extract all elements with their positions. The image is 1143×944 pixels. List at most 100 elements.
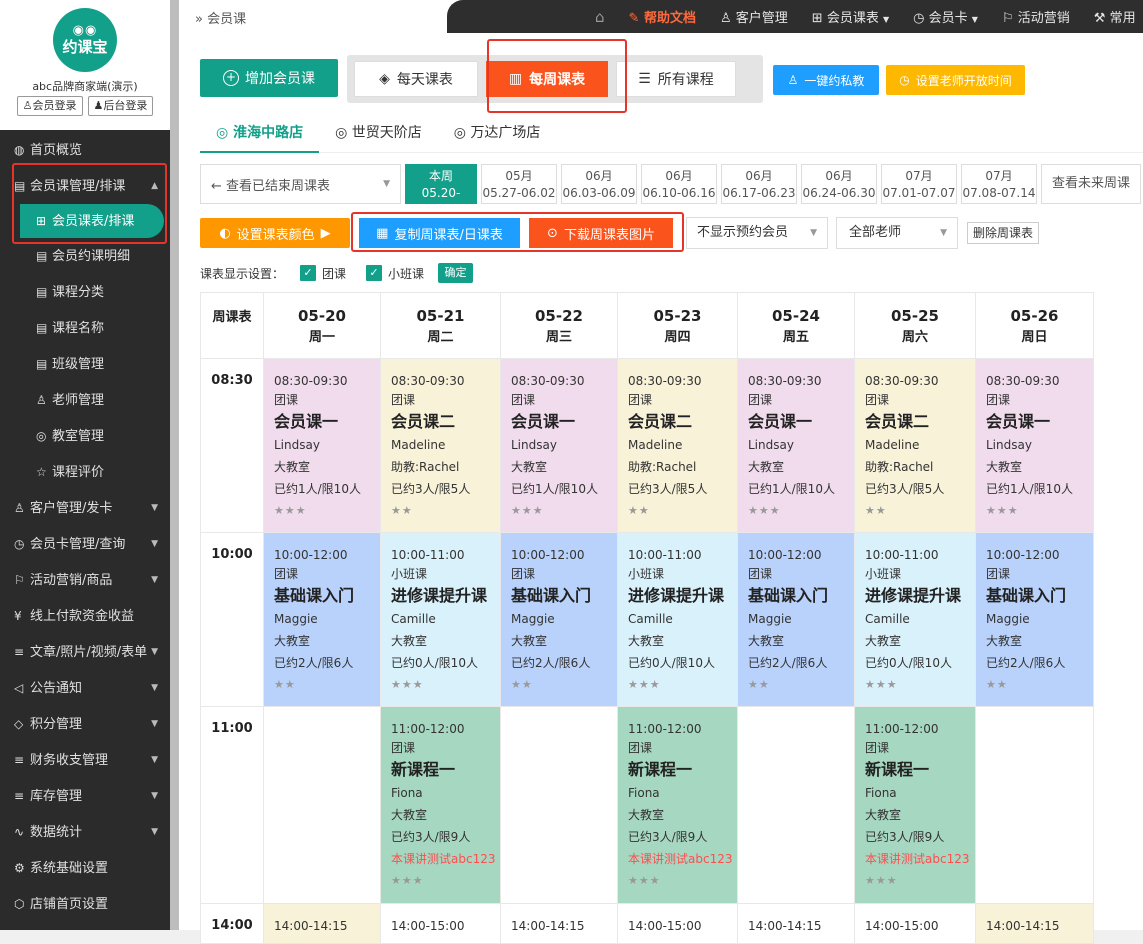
week-option[interactable]: 07月 07.01-07.07 <box>881 164 957 204</box>
course-time: 10:00-11:00 <box>628 548 702 562</box>
sidebar-item-class[interactable]: ▤ 班级管理 <box>0 346 170 382</box>
course-card[interactable]: 10:00-12:00 团课 基础课入门 Maggie 大教室 已约2人/限6人 ★★ <box>975 532 1094 707</box>
empty-slot[interactable]: 14:00-14:15 <box>975 903 1094 944</box>
sidebar-item-classroom[interactable]: ◎ 教室管理 <box>0 418 170 454</box>
empty-slot[interactable]: 14:00-14:15 <box>263 903 381 944</box>
sidebar-item-course-name[interactable]: ▤ 课程名称 <box>0 310 170 346</box>
tab-store-0[interactable]: ◎ 淮海中路店 <box>200 117 320 153</box>
nav-customer[interactable]: ♙ 客户管理 <box>708 7 800 26</box>
course-name: 会员课一 <box>986 412 1051 431</box>
course-card[interactable]: 10:00-12:00 团课 基础课入门 Maggie 大教室 已约2人/限6人 ★★ <box>737 532 855 707</box>
caret-down-icon: ▼ <box>810 228 817 238</box>
member-login-button[interactable]: ♙会员登录 <box>16 96 83 116</box>
sidebar-item-course-schedule[interactable]: ⊞ 会员课表/排课 <box>20 204 164 238</box>
empty-slot[interactable]: 14:00-15:00 <box>617 903 738 944</box>
sidebar-item-course-management[interactable]: ▤ 会员课管理/排课 ▲ <box>0 168 170 204</box>
empty-slot[interactable] <box>263 706 381 904</box>
nav-member-schedule[interactable]: ⊞ 会员课表 ▼ <box>800 7 901 26</box>
course-time: 14:00-14:15 <box>986 919 1060 933</box>
course-card[interactable]: 10:00-11:00 小班课 进修课提升课 Camille 大教室 已约0人/限10人 ★… <box>854 532 976 707</box>
course-card[interactable]: 08:30-09:30 团课 会员课一 Lindsay 大教室 已约1人/限10人 ★★★ <box>263 358 381 533</box>
sidebar-item-articles[interactable]: ≡ 文章/照片/视频/表单 ▼ <box>0 634 170 670</box>
delete-schedule-button[interactable]: 删除周课表 <box>967 222 1039 244</box>
course-card[interactable]: 11:00-12:00 团课 新课程一 Fiona 大教室 已约3人/限9人 本课讲测试ab… <box>617 706 738 904</box>
download-image-button[interactable]: ⊙ 下载周课表图片 <box>529 218 673 248</box>
sidebar-item-marketing[interactable]: ⚐ 活动营销/商品 ▼ <box>0 562 170 598</box>
nav-marketing[interactable]: ⚐ 活动营销 <box>990 7 1082 26</box>
teacher-time-button[interactable]: ◷ 设置老师开放时间 <box>886 65 1025 95</box>
empty-slot[interactable]: 14:00-15:00 <box>380 903 501 944</box>
course-card[interactable]: 08:30-09:30 团课 会员课一 Lindsay 大教室 已约1人/限10人 ★★★ <box>975 358 1094 533</box>
course-card[interactable]: 08:30-09:30 团课 会员课一 Lindsay 大教室 已约1人/限10人 ★★★ <box>500 358 618 533</box>
empty-slot[interactable] <box>975 706 1094 904</box>
confirm-button[interactable]: 确定 <box>438 263 474 283</box>
empty-slot[interactable] <box>500 706 618 904</box>
week-option[interactable]: 06月 06.10-06.16 <box>641 164 717 204</box>
sidebar-item-system-settings[interactable]: ⚙ 系统基础设置 <box>0 850 170 886</box>
tab-all-courses[interactable]: ☰ 所有课程 <box>616 61 736 97</box>
week-option[interactable]: 06月 06.17-06.23 <box>721 164 797 204</box>
ended-weeks-select[interactable]: ← 查看已结束周课表 ▼ <box>200 164 401 204</box>
sidebar-item-booking-detail[interactable]: ▤ 会员约课明细 <box>0 238 170 274</box>
tab-store-1[interactable]: ◎ 世贸天阶店 <box>319 117 438 153</box>
nav-member-card[interactable]: ◷ 会员卡 ▼ <box>901 7 990 26</box>
tab-store-2[interactable]: ◎ 万达广场店 <box>438 117 557 153</box>
empty-slot[interactable]: 14:00-15:00 <box>854 903 976 944</box>
course-card[interactable]: 08:30-09:30 团课 会员课二 Madeline 助教:Rachel 已约3人/限… <box>854 358 976 533</box>
private-booking-button[interactable]: ♙ 一键约私教 <box>773 65 879 95</box>
sidebar-item-teacher[interactable]: ♙ 老师管理 <box>0 382 170 418</box>
course-card[interactable]: 08:30-09:30 团课 会员课二 Madeline 助教:Rachel 已约3人/限… <box>380 358 501 533</box>
empty-slot[interactable]: 14:00-14:15 <box>500 903 618 944</box>
nav-common[interactable]: ⚒ 常用 <box>1082 7 1143 26</box>
sidebar-item-finance[interactable]: ≡ 财务收支管理 ▼ <box>0 742 170 778</box>
sidebar-item-review[interactable]: ☆ 课程评价 <box>0 454 170 490</box>
course-booking: 已约3人/限5人 <box>628 482 708 496</box>
empty-slot[interactable]: 14:00-14:15 <box>737 903 855 944</box>
course-card[interactable]: 11:00-12:00 团课 新课程一 Fiona 大教室 已约3人/限9人 本课讲测试ab… <box>380 706 501 904</box>
course-card[interactable]: 08:30-09:30 团课 会员课一 Lindsay 大教室 已约1人/限10人 ★★★ <box>737 358 855 533</box>
week-option[interactable]: 06月 06.24-06.30 <box>801 164 877 204</box>
week-option[interactable]: 07月 07.08-07.14 <box>961 164 1037 204</box>
sidebar-item-notices[interactable]: ◁ 公告通知 ▼ <box>0 670 170 706</box>
tab-weekly[interactable]: ▥ 每周课表 <box>486 61 608 97</box>
week-option[interactable]: 05月 05.27-06.02 <box>481 164 557 204</box>
course-card[interactable]: 10:00-11:00 小班课 进修课提升课 Camille 大教室 已约0人/限10人 ★… <box>380 532 501 707</box>
admin-login-button[interactable]: ♟后台登录 <box>87 96 154 116</box>
course-room: 大教室 <box>391 808 428 822</box>
caret-up-icon: ▲ <box>151 181 158 191</box>
copy-icon: ▦ <box>376 225 389 241</box>
sidebar-item-customer[interactable]: ♙ 客户管理/发卡 ▼ <box>0 490 170 526</box>
tab-daily[interactable]: ◈ 每天课表 <box>354 61 478 97</box>
week-option[interactable]: 本周 05.20-05.26 <box>405 164 477 217</box>
week-option[interactable]: 06月 06.03-06.09 <box>561 164 637 204</box>
globe-icon: ◍ <box>14 143 25 157</box>
course-card[interactable]: 10:00-12:00 团课 基础课入门 Maggie 大教室 已约2人/限6人 ★★ <box>263 532 381 707</box>
add-course-button[interactable]: + 增加会员课 <box>200 59 338 97</box>
sidebar-item-online-payment[interactable]: ¥ 线上付款资金收益 <box>0 598 170 634</box>
breadcrumb[interactable]: » 会员课 <box>195 8 246 27</box>
checkbox-small-class[interactable]: ✓ <box>366 265 383 281</box>
sidebar-item-store-home[interactable]: ⬡ 店铺首页设置 <box>0 886 170 922</box>
home-icon[interactable]: ⌂ <box>583 8 617 26</box>
empty-slot[interactable] <box>737 706 855 904</box>
teacher-select[interactable]: 全部老师 ▼ <box>836 217 958 249</box>
sidebar-item-statistics[interactable]: ∿ 数据统计 ▼ <box>0 814 170 850</box>
sidebar-item-home[interactable]: ◍ 首页概览 <box>0 132 170 168</box>
checkbox-group[interactable]: ✓ <box>300 265 317 281</box>
set-color-button[interactable]: ◐ 设置课表颜色 ▶ <box>200 218 350 248</box>
copy-schedule-button[interactable]: ▦ 复制周课表/日课表 <box>359 218 520 248</box>
course-card[interactable]: 10:00-11:00 小班课 进修课提升课 Camille 大教室 已约0人/限10人 ★… <box>617 532 738 707</box>
course-card[interactable]: 11:00-12:00 团课 新课程一 Fiona 大教室 已约3人/限9人 本课讲测试ab… <box>854 706 976 904</box>
sidebar-item-member-card[interactable]: ◷ 会员卡管理/查询 ▼ <box>0 526 170 562</box>
help-docs-link[interactable]: ✎ 帮助文档 <box>617 7 708 26</box>
course-card[interactable]: 08:30-09:30 团课 会员课二 Madeline 助教:Rachel 已约3人/限… <box>617 358 738 533</box>
sidebar-item-course-category[interactable]: ▤ 课程分类 <box>0 274 170 310</box>
sidebar-item-points[interactable]: ◇ 积分管理 ▼ <box>0 706 170 742</box>
course-booking: 已约0人/限10人 <box>628 656 715 670</box>
list-icon: ▤ <box>36 321 48 335</box>
member-display-select[interactable]: 不显示预约会员 ▼ <box>686 217 828 249</box>
view-tabs: ◈ 每天课表 ▥ 每周课表 ☰ 所有课程 <box>347 55 763 103</box>
future-weeks-select[interactable]: 查看未来周课 <box>1041 164 1141 204</box>
sidebar-item-inventory[interactable]: ≡ 库存管理 ▼ <box>0 778 170 814</box>
course-card[interactable]: 10:00-12:00 团课 基础课入门 Maggie 大教室 已约2人/限6人 ★★ <box>500 532 618 707</box>
